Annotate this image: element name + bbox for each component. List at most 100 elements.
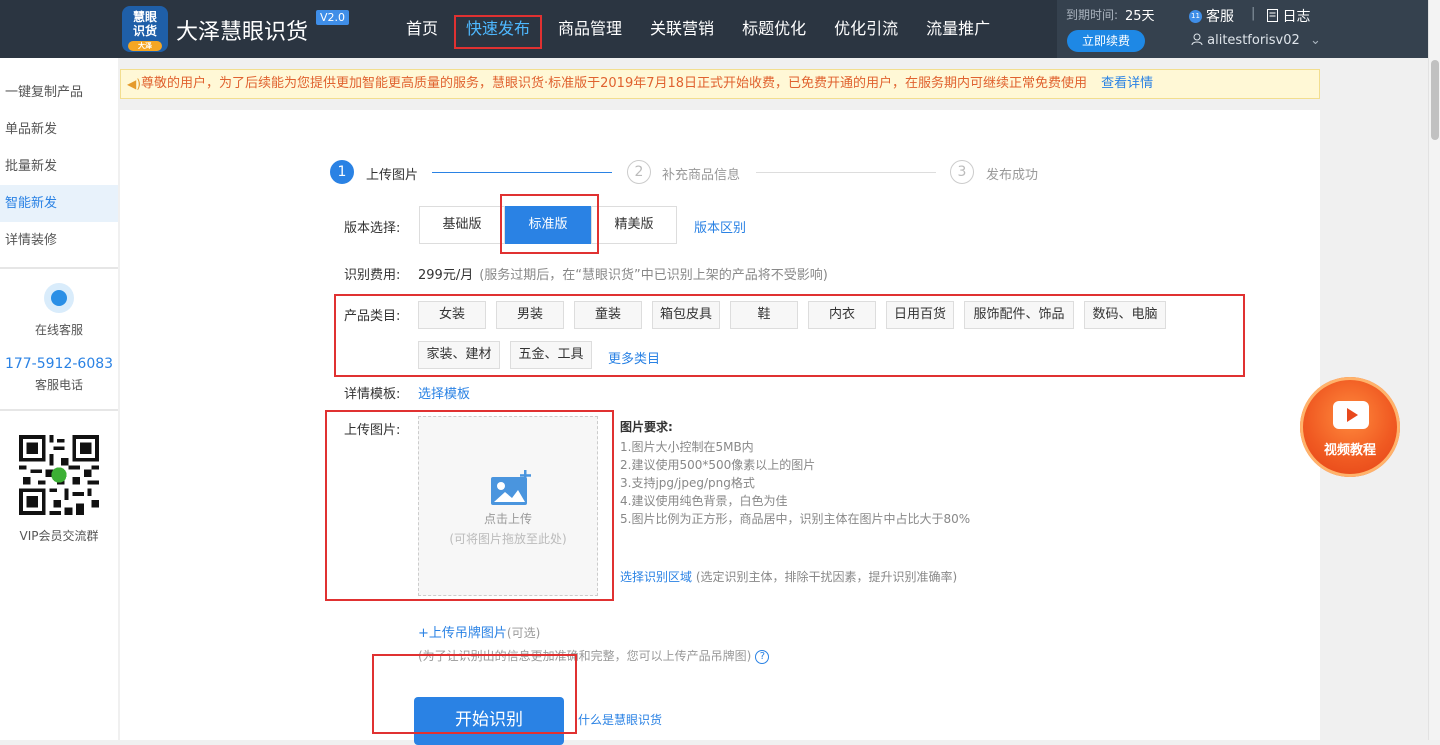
more-categories-link[interactable]: 更多类目	[608, 348, 660, 367]
online-service-label[interactable]: 在线客服	[0, 321, 118, 338]
step-1-label: 上传图片	[366, 168, 419, 183]
main-nav: 首页 快速发布 商品管理 关联营销 标题优化 优化引流 流量推广	[392, 0, 1004, 58]
sidebar-item-smart-publish[interactable]: 智能新发	[0, 185, 118, 222]
notice-bar: ◀) 尊敬的用户，为了后续能为您提供更加智能更高质量的服务，慧眼识货·标准版于2…	[120, 69, 1320, 99]
main-panel	[120, 110, 1320, 740]
category-hardware[interactable]: 五金、工具	[510, 341, 592, 369]
upload-tag-label: 上传吊牌图片	[428, 626, 507, 641]
chevron-down-icon: ⌄	[1309, 33, 1321, 48]
user-icon	[1191, 33, 1203, 46]
service-phone-label: 客服电话	[34, 378, 83, 392]
upload-label: 上传图片:	[344, 423, 401, 438]
nav-title-optimize[interactable]: 标题优化	[728, 0, 820, 58]
version-label: 版本选择:	[344, 221, 401, 236]
fee-label: 识别费用:	[344, 268, 401, 283]
image-add-icon	[491, 470, 531, 505]
category-bags[interactable]: 箱包皮具	[652, 301, 720, 329]
tag-note: (为了让识别出的信息更加准确和完整，您可以上传产品吊牌图)?	[418, 647, 770, 664]
fee-value: 299元/月	[418, 268, 474, 283]
sidebar-item-batch-publish[interactable]: 批量新发	[0, 148, 118, 185]
region-note-text: (选定识别主体，排除干扰因素，提升识别准确率)	[695, 570, 958, 584]
version-basic-button[interactable]: 基础版	[419, 206, 505, 244]
app-name: 大泽慧眼识货	[176, 20, 309, 45]
nav-traffic-promote[interactable]: 流量推广	[912, 0, 1004, 58]
account-panel: 到期时间: 25天 立即续费 11 客服 | 日志 alitestforisv0…	[1057, 0, 1428, 58]
requirement-item: 3.支持jpg/jpeg/png格式	[620, 476, 755, 490]
qr-code-icon	[19, 435, 99, 515]
category-underwear[interactable]: 内衣	[808, 301, 876, 329]
category-women[interactable]: 女装	[418, 301, 486, 329]
step-3-label: 发布成功	[986, 168, 1039, 183]
version-diff-link[interactable]: 版本区别	[694, 217, 746, 236]
qr-block: VIP会员交流群	[0, 411, 118, 544]
template-label: 详情模板:	[344, 387, 401, 402]
version-badge: V2.0	[316, 10, 350, 25]
nav-related-marketing[interactable]: 关联营销	[636, 0, 728, 58]
sidebar-item-copy-product[interactable]: 一键复制产品	[0, 74, 118, 111]
notice-text: 尊敬的用户，为了后续能为您提供更加智能更高质量的服务，慧眼识货·标准版于2019…	[141, 76, 1088, 91]
category-men[interactable]: 男装	[496, 301, 564, 329]
step-indicator: 1 上传图片 2 补充商品信息 3 发布成功	[330, 160, 1070, 186]
select-region-link[interactable]: 选择识别区域	[620, 570, 692, 584]
chat-icon[interactable]	[44, 283, 74, 313]
user-menu[interactable]: alitestforisv02 ⌄	[1191, 33, 1321, 48]
username: alitestforisv02	[1207, 33, 1300, 48]
image-upload-area[interactable]: 点击上传 (可将图片拖放至此处)	[418, 416, 598, 596]
category-home[interactable]: 家装、建材	[418, 341, 500, 369]
select-template-link[interactable]: 选择模板	[418, 383, 470, 402]
requirement-item: 1.图片大小控制在5MB内	[620, 440, 754, 454]
logo-sub: 大泽	[128, 41, 162, 51]
category-digital[interactable]: 数码、电脑	[1084, 301, 1166, 329]
log-label: 日志	[1282, 9, 1311, 25]
notice-detail-link[interactable]: 查看详情	[1101, 76, 1153, 91]
category-accessories[interactable]: 服饰配件、饰品	[964, 301, 1074, 329]
video-tutorial-label: 视频教程	[1323, 443, 1376, 458]
region-select: 选择识别区域 (选定识别主体，排除干扰因素，提升识别准确率)	[620, 568, 957, 585]
speaker-icon: ◀)	[127, 77, 141, 91]
category-kids[interactable]: 童装	[574, 301, 642, 329]
requirements-title: 图片要求:	[620, 420, 673, 434]
fee-note: (服务过期后，在“慧眼识货”中已识别上架的产品将不受影响)	[479, 268, 828, 283]
play-icon	[1333, 401, 1369, 429]
step-3-circle: 3	[950, 160, 974, 184]
vip-group-label: VIP会员交流群	[19, 529, 99, 543]
service-label: 客服	[1206, 9, 1234, 25]
start-recognition-button[interactable]: 开始识别	[414, 697, 564, 745]
top-header: 慧眼识货 大泽 大泽慧眼识货 V2.0 首页 快速发布 商品管理 关联营销 标题…	[0, 0, 1440, 58]
video-tutorial-button[interactable]: 视频教程	[1300, 377, 1400, 477]
step-2-circle: 2	[627, 160, 651, 184]
category-daily[interactable]: 日用百货	[886, 301, 954, 329]
nav-quick-publish[interactable]: 快速发布	[452, 0, 544, 58]
upload-drag-text: (可将图片拖放至此处)	[449, 532, 567, 546]
app-logo[interactable]: 慧眼识货 大泽	[122, 6, 168, 52]
expire-label: 到期时间:	[1066, 8, 1119, 22]
service-badge-icon: 11	[1189, 9, 1202, 23]
sidebar-item-single-publish[interactable]: 单品新发	[0, 111, 118, 148]
nav-traffic-optimize[interactable]: 优化引流	[820, 0, 912, 58]
document-icon	[1267, 9, 1278, 22]
help-icon[interactable]: ?	[755, 649, 770, 664]
nav-home[interactable]: 首页	[392, 0, 452, 58]
step-2-label: 补充商品信息	[662, 168, 741, 183]
upload-tag-link[interactable]: +上传吊牌图片(可选)	[418, 622, 540, 641]
what-is-link[interactable]: 什么是慧眼识货	[578, 711, 662, 728]
version-premium-button[interactable]: 精美版	[591, 206, 677, 244]
log-link[interactable]: 日志	[1267, 6, 1310, 26]
logo-text: 慧眼识货	[132, 10, 157, 38]
nav-product-manage[interactable]: 商品管理	[544, 0, 636, 58]
sidebar-item-detail-decor[interactable]: 详情装修	[0, 222, 118, 259]
requirement-item: 2.建议使用500*500像素以上的图片	[620, 458, 816, 472]
optional-label: (可选)	[506, 626, 541, 640]
renew-button[interactable]: 立即续费	[1067, 30, 1145, 52]
tag-note-text: (为了让识别出的信息更加准确和完整，您可以上传产品吊牌图)	[418, 649, 752, 663]
version-standard-button[interactable]: 标准版	[505, 206, 591, 244]
step-line-2	[756, 172, 936, 173]
step-1-circle: 1	[330, 160, 354, 184]
fee-info: 299元/月 (服务过期后，在“慧眼识货”中已识别上架的产品将不受影响)	[418, 264, 828, 283]
scrollbar-thumb[interactable]	[1431, 60, 1439, 140]
sidebar: 一键复制产品 单品新发 批量新发 智能新发 详情装修 在线客服 177-5912…	[0, 58, 118, 740]
step-line-1	[432, 172, 612, 173]
customer-service-link[interactable]: 11 客服	[1189, 6, 1234, 26]
scrollbar[interactable]	[1428, 0, 1440, 740]
category-shoes[interactable]: 鞋	[730, 301, 798, 329]
